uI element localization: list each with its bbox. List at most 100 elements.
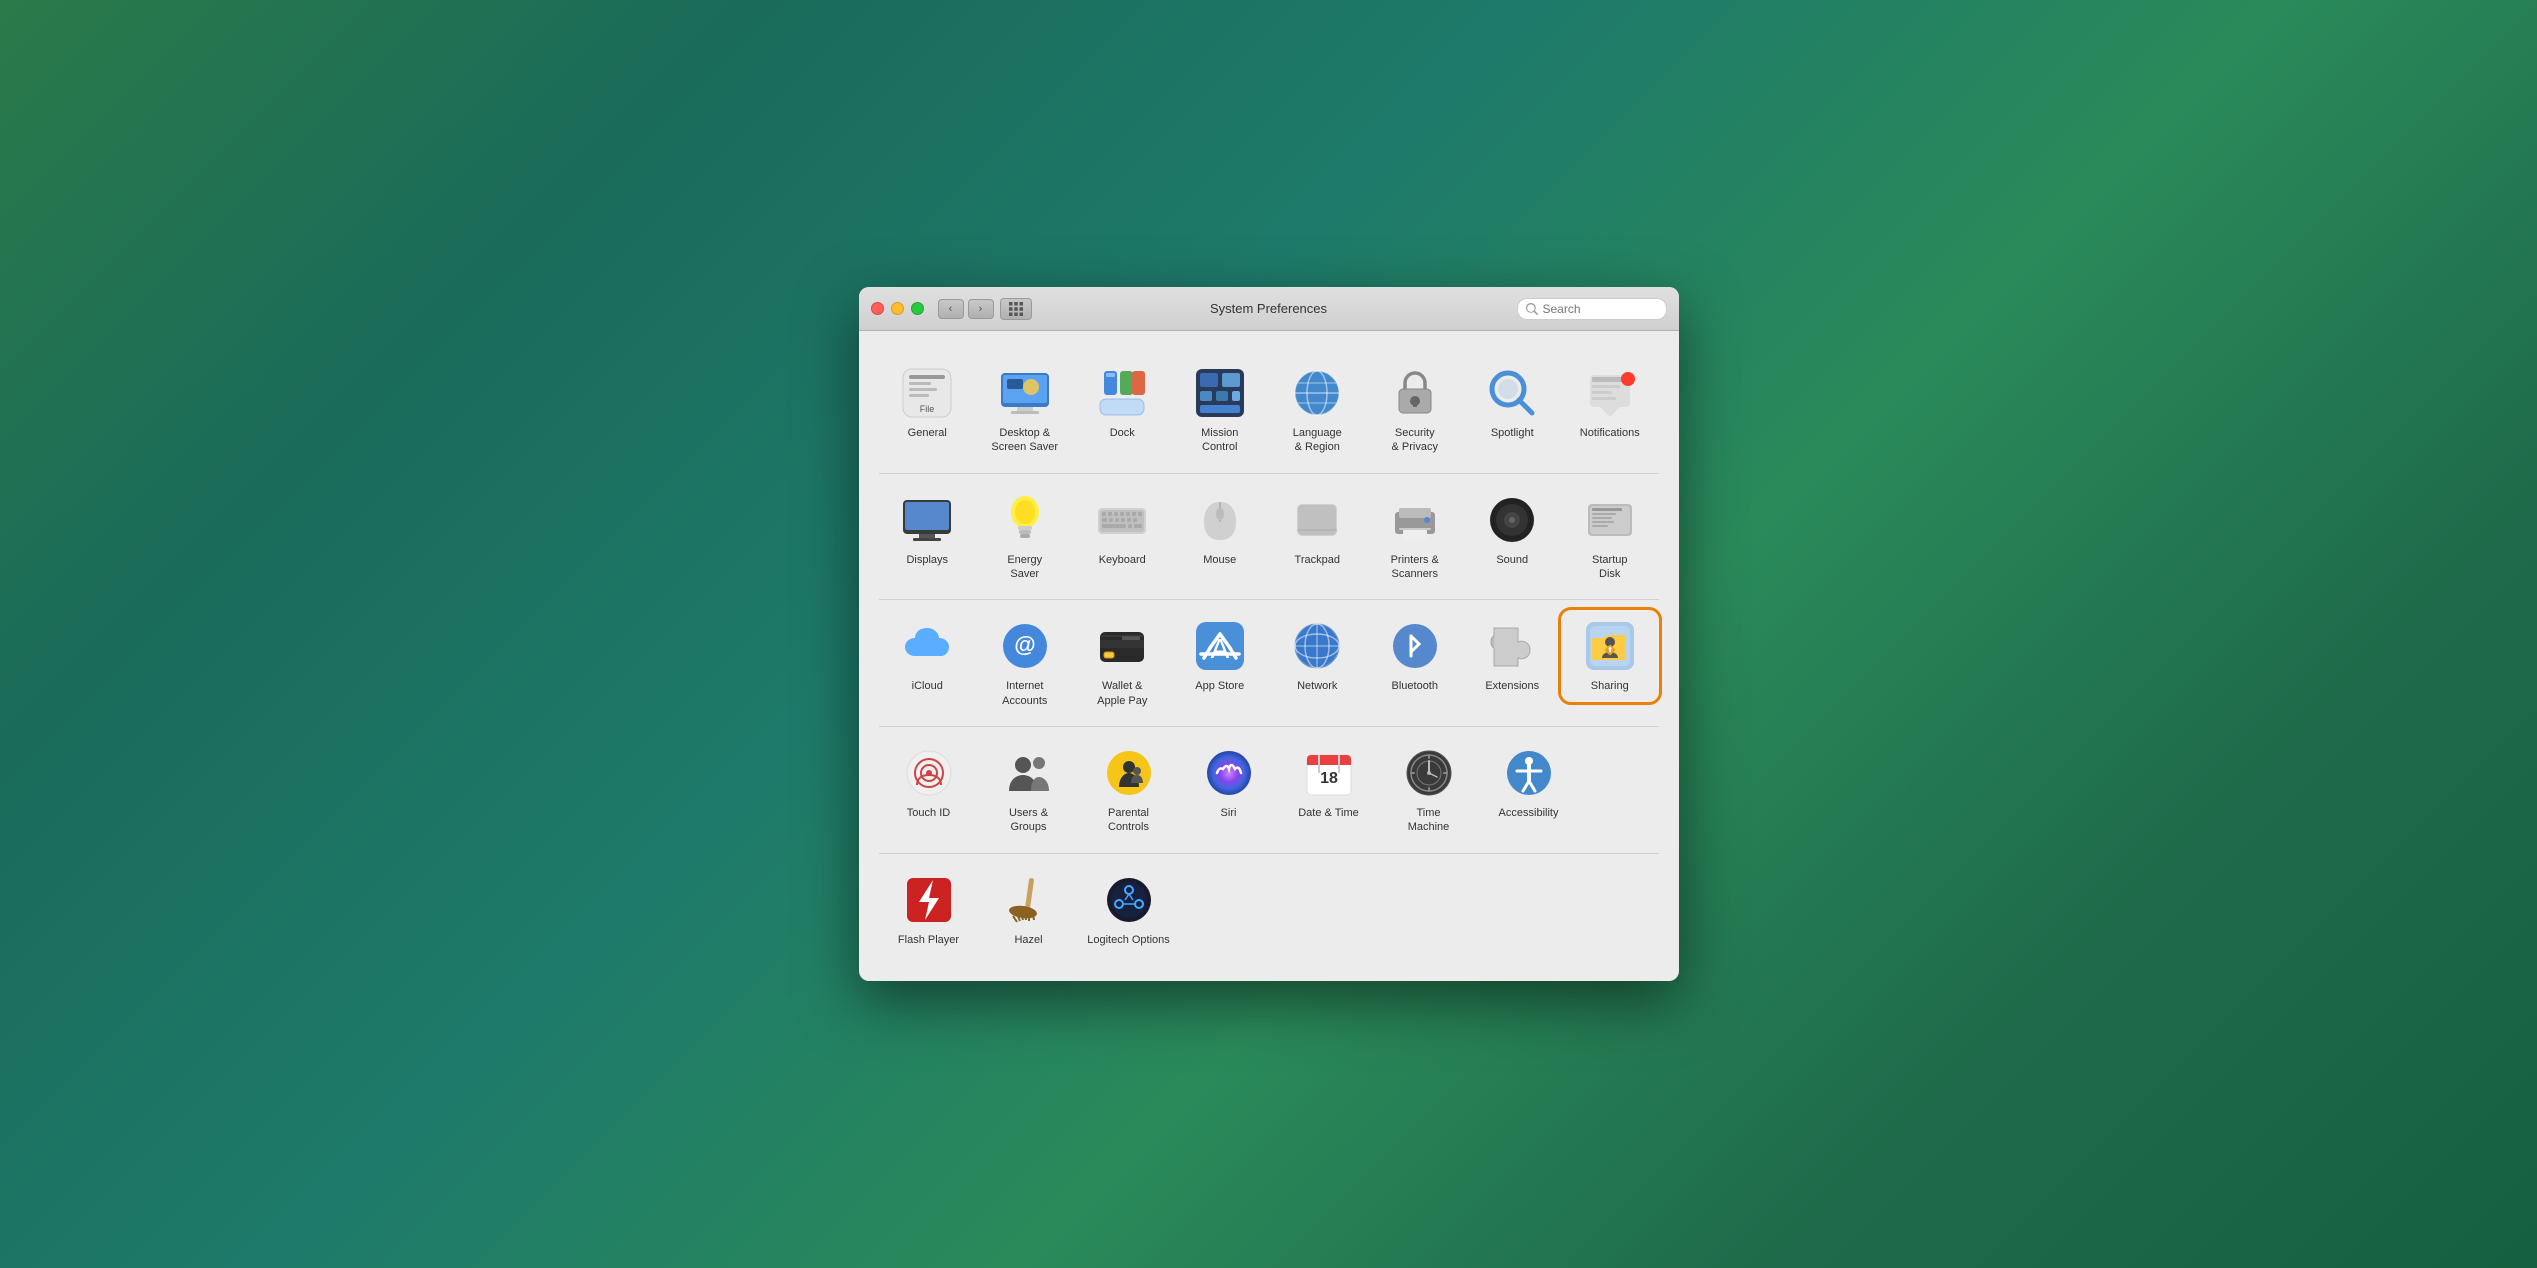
keyboard-label: Keyboard [1099, 553, 1146, 567]
displays-label: Displays [906, 553, 948, 567]
startup-disk-label: StartupDisk [1592, 553, 1627, 582]
siri-icon [1201, 745, 1257, 801]
general-label: General [908, 426, 947, 440]
desktop-screensaver-icon [997, 365, 1053, 421]
icloud-icon [899, 618, 955, 674]
minimize-button[interactable] [891, 302, 904, 315]
preferences-content: File General Desktop &Sc [859, 331, 1679, 981]
back-button[interactable]: ‹ [938, 299, 964, 319]
sound-label: Sound [1496, 553, 1528, 567]
network-label: Network [1297, 679, 1337, 693]
displays-icon [899, 492, 955, 548]
internet-accounts-label: InternetAccounts [1002, 679, 1047, 708]
pref-item-users-groups[interactable]: Users &Groups [979, 737, 1079, 843]
users-groups-icon [1001, 745, 1057, 801]
sharing-icon: ⬆ [1582, 618, 1638, 674]
pref-item-startup-disk[interactable]: StartupDisk [1561, 484, 1659, 590]
pref-item-extensions[interactable]: Extensions [1464, 610, 1562, 701]
app-store-label: App Store [1195, 679, 1244, 693]
keyboard-icon [1094, 492, 1150, 548]
time-machine-label: TimeMachine [1408, 806, 1450, 835]
pref-item-security-privacy[interactable]: Security& Privacy [1366, 357, 1464, 463]
pref-item-hazel[interactable]: Hazel [979, 864, 1079, 955]
bluetooth-label: Bluetooth [1392, 679, 1438, 693]
pref-item-sharing[interactable]: ⬆ Sharing [1561, 610, 1659, 701]
grid-view-button[interactable] [1000, 298, 1032, 320]
touch-id-label: Touch ID [907, 806, 950, 820]
nav-buttons: ‹ › [938, 299, 994, 319]
pref-item-icloud[interactable]: iCloud [879, 610, 977, 701]
row-other: Flash Player [879, 854, 1659, 965]
flash-player-icon [901, 872, 957, 928]
pref-item-mouse[interactable]: Mouse [1171, 484, 1269, 575]
pref-item-language-region[interactable]: Language& Region [1269, 357, 1367, 463]
trackpad-icon [1289, 492, 1345, 548]
wallet-applepay-label: Wallet &Apple Pay [1097, 679, 1147, 708]
pref-item-displays[interactable]: Displays [879, 484, 977, 575]
pref-item-flash-player[interactable]: Flash Player [879, 864, 979, 955]
traffic-lights [871, 302, 924, 315]
forward-button[interactable]: › [968, 299, 994, 319]
mission-control-icon [1192, 365, 1248, 421]
system-preferences-window: ‹ › System Preferences [859, 287, 1679, 981]
siri-label: Siri [1221, 806, 1237, 820]
pref-item-dock[interactable]: Dock [1074, 357, 1172, 448]
pref-item-touch-id[interactable]: Touch ID [879, 737, 979, 828]
pref-item-logitech-options[interactable]: Logitech Options [1079, 864, 1179, 955]
general-icon: File [899, 365, 955, 421]
desktop-screensaver-label: Desktop &Screen Saver [991, 426, 1058, 455]
pref-item-bluetooth[interactable]: Bluetooth [1366, 610, 1464, 701]
pref-item-wallet-applepay[interactable]: Wallet &Apple Pay [1074, 610, 1172, 716]
pref-item-spotlight[interactable]: Spotlight [1464, 357, 1562, 448]
svg-text:File: File [920, 404, 935, 414]
accessibility-label: Accessibility [1499, 806, 1559, 820]
pref-item-accessibility[interactable]: Accessibility [1479, 737, 1579, 828]
maximize-button[interactable] [911, 302, 924, 315]
pref-item-app-store[interactable]: A App Store [1171, 610, 1269, 701]
trackpad-label: Trackpad [1295, 553, 1340, 567]
pref-item-keyboard[interactable]: Keyboard [1074, 484, 1172, 575]
sound-icon [1484, 492, 1540, 548]
pref-item-trackpad[interactable]: Trackpad [1269, 484, 1367, 575]
extensions-icon [1484, 618, 1540, 674]
search-input[interactable] [1543, 302, 1658, 316]
date-time-label: Date & Time [1298, 806, 1359, 820]
row-personal: File General Desktop &Sc [879, 347, 1659, 474]
titlebar: ‹ › System Preferences [859, 287, 1679, 331]
time-machine-icon [1401, 745, 1457, 801]
logitech-options-icon [1101, 872, 1157, 928]
users-groups-label: Users &Groups [1009, 806, 1048, 835]
pref-item-parental-controls[interactable]: ParentalControls [1079, 737, 1179, 843]
security-privacy-label: Security& Privacy [1392, 426, 1438, 455]
pref-item-internet-accounts[interactable]: @ InternetAccounts [976, 610, 1074, 716]
date-time-icon: ● ● 18 [1301, 745, 1357, 801]
security-privacy-icon [1387, 365, 1443, 421]
pref-item-time-machine[interactable]: TimeMachine [1379, 737, 1479, 843]
pref-item-siri[interactable]: Siri [1179, 737, 1279, 828]
extensions-label: Extensions [1485, 679, 1539, 693]
svg-text:⬆: ⬆ [1607, 646, 1613, 654]
spotlight-label: Spotlight [1491, 426, 1534, 440]
pref-item-energy-saver[interactable]: EnergySaver [976, 484, 1074, 590]
logitech-options-label: Logitech Options [1087, 933, 1170, 947]
pref-item-sound[interactable]: Sound [1464, 484, 1562, 575]
window-title: System Preferences [1210, 301, 1327, 316]
svg-text:A: A [1210, 633, 1229, 664]
row-hardware: Displays EnergySaver [879, 474, 1659, 601]
sharing-label: Sharing [1591, 679, 1629, 693]
language-region-icon [1289, 365, 1345, 421]
close-button[interactable] [871, 302, 884, 315]
mouse-label: Mouse [1203, 553, 1236, 567]
pref-item-general[interactable]: File General [879, 357, 977, 448]
app-store-icon: A [1192, 618, 1248, 674]
pref-item-network[interactable]: Network [1269, 610, 1367, 701]
pref-item-mission-control[interactable]: MissionControl [1171, 357, 1269, 463]
internet-accounts-icon: @ [997, 618, 1053, 674]
row-internet: iCloud @ InternetAccounts [879, 600, 1659, 727]
pref-item-date-time[interactable]: ● ● 18 Date & Time [1279, 737, 1379, 828]
pref-item-printers-scanners[interactable]: Printers &Scanners [1366, 484, 1464, 590]
search-box[interactable] [1517, 298, 1667, 320]
pref-item-desktop-screensaver[interactable]: Desktop &Screen Saver [976, 357, 1074, 463]
pref-item-notifications[interactable]: Notifications [1561, 357, 1659, 448]
printers-scanners-label: Printers &Scanners [1391, 553, 1439, 582]
